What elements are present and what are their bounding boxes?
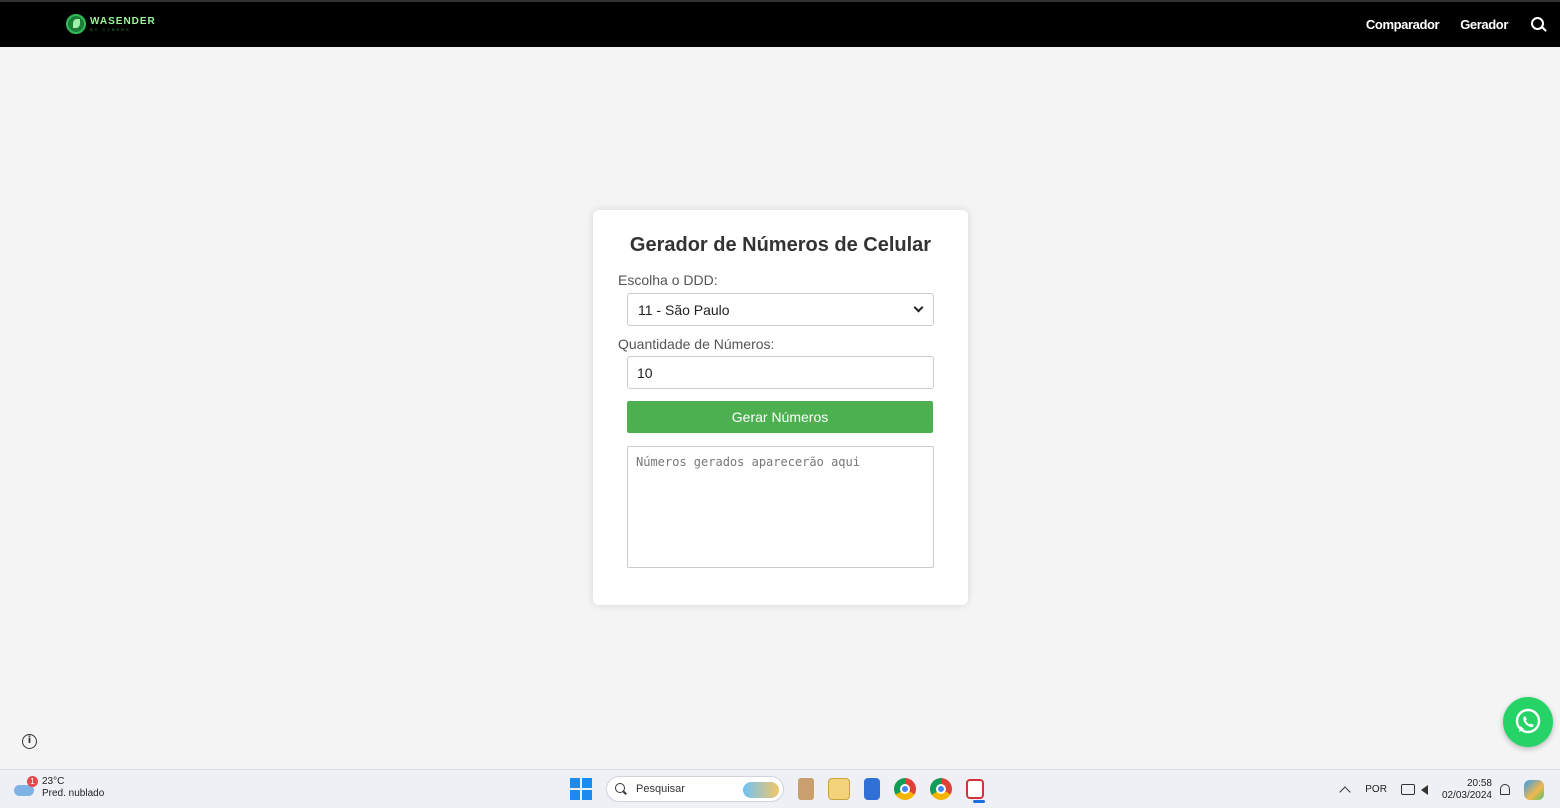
output-textarea[interactable] [627,446,934,568]
logo-text: WASENDER BY CYBERX [90,15,156,32]
whatsapp-icon[interactable] [1503,697,1553,747]
ddd-select[interactable]: 11 - São Paulo [627,293,934,326]
ddd-selected-value: 11 - São Paulo [638,301,730,318]
info-icon[interactable]: i [22,734,37,749]
logo-tagline: BY CYBERX [90,26,131,32]
main-nav: Comparador Gerador [1366,2,1560,47]
chevron-down-icon [913,302,924,313]
clock[interactable]: 20:58 02/03/2024 [1442,778,1492,802]
network-icon[interactable] [1400,784,1415,795]
top-navbar: WASENDER BY CYBERX Comparador Gerador [0,0,1560,47]
system-tray: POR 20:58 02/03/2024 [1339,770,1560,808]
search-highlight-image [743,782,779,798]
cloud-icon: 1 [14,776,38,796]
weather-desc: Pred. nublado [42,788,105,799]
site-logo[interactable]: WASENDER BY CYBERX [66,14,156,34]
taskbar-apps: Pesquisar [570,776,985,803]
taskbar-search[interactable]: Pesquisar [606,776,784,802]
taskbar-search-label: Pesquisar [636,783,685,795]
snipping-tool-icon[interactable] [966,779,985,803]
search-icon[interactable] [1530,16,1548,34]
windows-start-icon[interactable] [570,778,592,800]
generator-card: Gerador de Números de Celular Escolha o … [593,210,968,605]
search-icon [615,783,627,795]
generate-button[interactable]: Gerar Números [627,401,933,433]
copilot-icon[interactable] [1524,779,1544,800]
ddd-label: Escolha o DDD: [618,272,718,288]
logo-icon [66,14,86,34]
chrome-profile-icon[interactable] [930,778,952,800]
chevron-up-icon[interactable] [1339,785,1351,798]
language-indicator[interactable]: POR [1365,784,1387,795]
page-title: Gerador de Números de Celular [629,234,932,256]
notepad-icon[interactable] [864,778,880,800]
clock-date: 02/03/2024 [1441,789,1492,801]
taskbar: 1 23°C Pred. nublado Pesquisar POR 20:58… [0,769,1560,808]
nav-link-gerador[interactable]: Gerador [1460,17,1508,32]
quantity-label: Quantidade de Números: [618,336,775,352]
notification-badge: 1 [27,776,38,787]
weather-widget[interactable]: 1 23°C Pred. nublado [14,776,104,800]
quantity-input[interactable] [627,356,934,389]
bell-icon[interactable] [1500,784,1510,795]
clock-time: 20:58 [1466,777,1492,789]
volume-icon[interactable] [1420,784,1428,795]
app-icon-pin[interactable] [798,778,814,800]
whatsapp-glyph [1515,708,1541,734]
weather-temp: 23°C [42,776,65,787]
chrome-icon[interactable] [894,778,916,800]
weather-text: 23°C Pred. nublado [42,776,104,800]
nav-link-comparador[interactable]: Comparador [1366,17,1440,32]
file-explorer-icon[interactable] [828,778,850,800]
logo-name: WASENDER [90,15,156,27]
